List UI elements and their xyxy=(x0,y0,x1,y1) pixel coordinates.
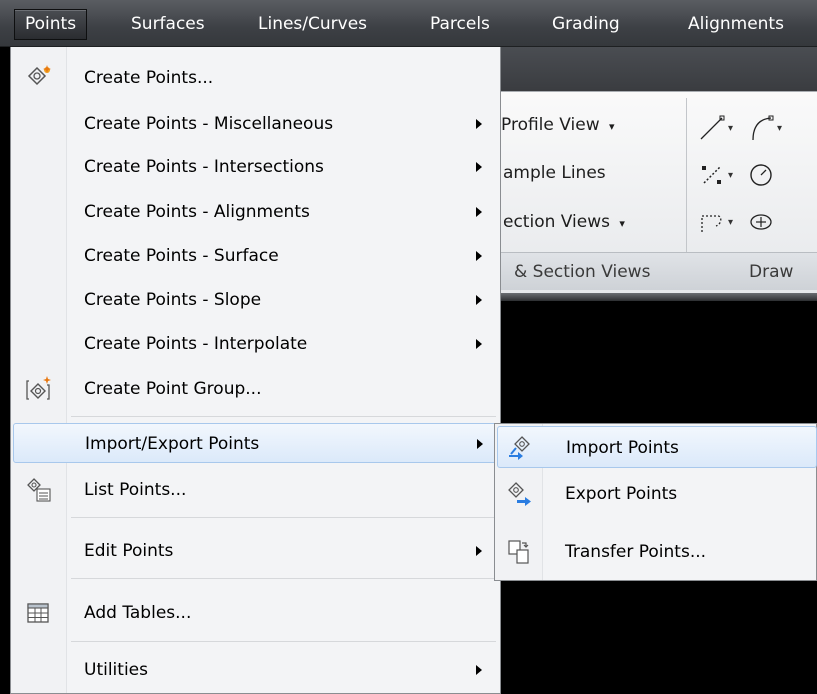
polyline-tool[interactable]: ▾ xyxy=(697,205,737,239)
ribbon: Profile View ▾ ample Lines ection Views … xyxy=(500,91,817,293)
caret-icon: ▾ xyxy=(777,122,783,134)
panel-title-draw: Draw xyxy=(749,262,794,282)
submenu-arrow-icon xyxy=(476,546,482,556)
menu-item-create-points-interpolate[interactable]: Create Points - Interpolate xyxy=(13,324,498,364)
profile-view-button[interactable]: Profile View ▾ xyxy=(501,115,615,135)
create-point-group-icon xyxy=(25,375,53,403)
menu-item-create-points-misc[interactable]: Create Points - Miscellaneous xyxy=(13,104,498,144)
menu-item-create-points-surface[interactable]: Create Points - Surface xyxy=(13,236,498,276)
menu-item-create-points-slope[interactable]: Create Points - Slope xyxy=(13,280,498,320)
menu-separator xyxy=(71,578,496,579)
caret-icon: ▾ xyxy=(728,169,734,181)
line-icon xyxy=(700,115,725,140)
polyline-icon xyxy=(701,215,722,232)
ribbon-tab-strip xyxy=(500,47,817,91)
section-views-button[interactable]: ection Views ▾ xyxy=(503,212,625,232)
points-menu: Create Points... Create Points - Miscell… xyxy=(10,47,501,694)
menu-separator xyxy=(71,416,496,417)
add-tables-icon xyxy=(25,599,53,627)
menu-item-edit-points[interactable]: Edit Points xyxy=(13,531,498,571)
menu-separator xyxy=(71,641,496,642)
circle-icon xyxy=(750,164,772,186)
panel-title-section-views: & Section Views xyxy=(514,262,651,282)
submenu-arrow-icon xyxy=(476,162,482,172)
ellipse-tool[interactable] xyxy=(746,205,786,239)
submenu-item-import-points[interactable]: Import Points xyxy=(497,426,817,468)
submenu-item-export-points[interactable]: Export Points xyxy=(497,473,817,515)
menu-lines-curves[interactable]: Lines/Curves xyxy=(258,10,367,39)
circle-tool[interactable] xyxy=(746,158,786,192)
slope-icon xyxy=(702,166,721,184)
menu-item-add-tables[interactable]: Add Tables... xyxy=(13,593,498,633)
submenu-arrow-icon xyxy=(476,251,482,261)
menu-item-list-points[interactable]: List Points... xyxy=(13,470,498,510)
transfer-points-icon xyxy=(505,538,533,566)
ribbon-bottom-edge xyxy=(500,293,817,301)
ribbon-panel-titles: & Section Views Draw xyxy=(500,252,817,290)
menu-item-create-point-group[interactable]: Create Point Group... xyxy=(13,369,498,409)
menu-alignments[interactable]: Alignments xyxy=(688,10,784,39)
submenu-arrow-icon xyxy=(476,119,482,129)
caret-icon: ▾ xyxy=(728,122,734,134)
menu-item-create-points[interactable]: Create Points... xyxy=(13,58,498,98)
percent-tool[interactable]: ▾ xyxy=(697,158,737,192)
menu-item-create-points-alignments[interactable]: Create Points - Alignments xyxy=(13,192,498,232)
submenu-arrow-icon xyxy=(476,665,482,675)
export-points-icon xyxy=(505,480,533,508)
list-points-icon xyxy=(25,476,53,504)
create-points-icon xyxy=(25,64,53,92)
menu-item-utilities[interactable]: Utilities xyxy=(13,650,498,690)
submenu-arrow-icon xyxy=(476,207,482,217)
curve-tool[interactable]: ▾ xyxy=(746,111,786,145)
import-export-submenu: Import Points Export Points Transfer Poi… xyxy=(494,423,817,581)
caret-icon: ▾ xyxy=(728,216,734,228)
menu-grading[interactable]: Grading xyxy=(552,10,620,39)
ellipse-icon xyxy=(750,214,772,230)
menu-item-import-export-points[interactable]: Import/Export Points xyxy=(13,423,498,463)
menu-parcels[interactable]: Parcels xyxy=(430,10,490,39)
menu-points[interactable]: Points xyxy=(14,9,88,40)
submenu-arrow-icon xyxy=(477,439,483,449)
menu-item-create-points-intersections[interactable]: Create Points - Intersections xyxy=(13,147,498,187)
submenu-arrow-icon xyxy=(476,339,482,349)
menu-separator xyxy=(71,517,496,518)
sample-lines-button[interactable]: ample Lines xyxy=(503,163,606,183)
curve-icon xyxy=(752,115,774,141)
line-tool[interactable]: ▾ xyxy=(697,111,737,145)
menu-surfaces[interactable]: Surfaces xyxy=(131,10,205,39)
import-points-icon xyxy=(506,434,534,462)
submenu-arrow-icon xyxy=(476,295,482,305)
submenu-item-transfer-points[interactable]: Transfer Points... xyxy=(497,531,817,573)
menu-bar: Points Surfaces Lines/Curves Parcels Gra… xyxy=(0,0,817,47)
